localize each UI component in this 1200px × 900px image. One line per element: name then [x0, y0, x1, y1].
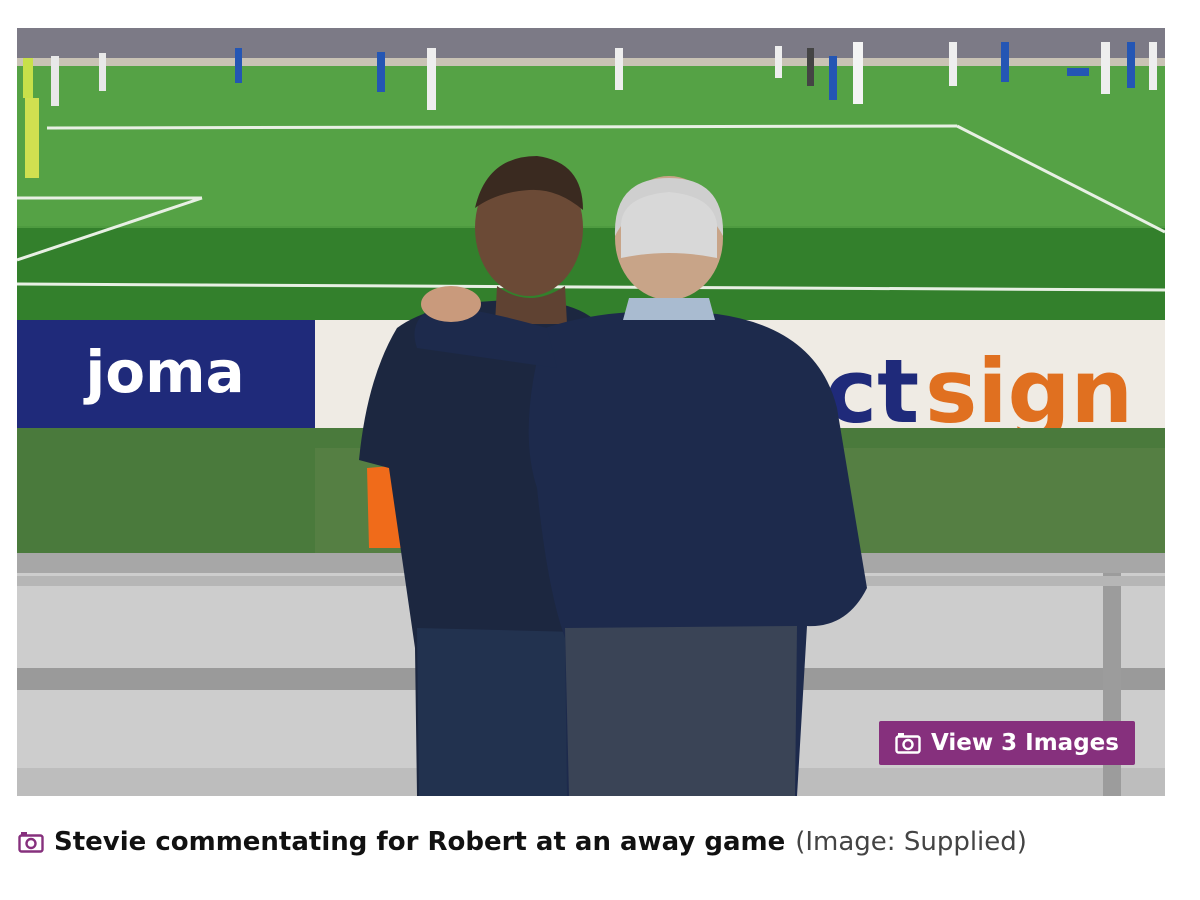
view-images-label: View 3 Images	[931, 730, 1119, 756]
camera-icon	[18, 831, 44, 853]
joma-logo: joma	[83, 338, 244, 406]
caption-text: Stevie commentating for Robert at an awa…	[54, 827, 786, 857]
hand	[421, 286, 481, 322]
board-text-orange: sign	[925, 340, 1133, 443]
photo-scene: joma ct sign	[17, 28, 1165, 796]
camera-icon	[895, 732, 921, 754]
trousers	[565, 626, 797, 796]
view-images-button[interactable]: View 3 Images	[879, 721, 1135, 765]
jeans	[417, 628, 577, 796]
shirt-collar	[623, 298, 715, 320]
caption-credit: (Image: Supplied)	[795, 827, 1027, 857]
pitch-line	[46, 124, 958, 130]
photo-caption: Stevie commentating for Robert at an awa…	[18, 822, 1178, 862]
article-photo: joma ct sign View 3 Images	[17, 28, 1165, 796]
